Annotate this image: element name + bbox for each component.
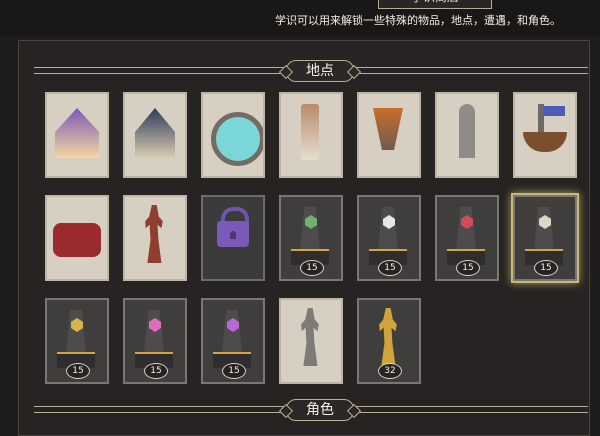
- rust-statue-icon: [145, 205, 163, 263]
- section-divider-right: [342, 67, 588, 74]
- location-card-15[interactable]: 15: [45, 298, 109, 384]
- statue-gold-icon: [379, 308, 397, 366]
- location-card-8[interactable]: [45, 195, 109, 281]
- cost-badge: 32: [378, 363, 402, 379]
- location-card-14[interactable]: 15: [513, 195, 577, 281]
- location-card-11[interactable]: 15: [279, 195, 343, 281]
- section-divider-left-2: [34, 406, 284, 413]
- cost-badge: 15: [300, 260, 324, 276]
- location-card-17[interactable]: 15: [201, 298, 265, 384]
- location-card-4[interactable]: [279, 92, 343, 178]
- striped-tent-icon: [135, 108, 175, 158]
- location-card-10[interactable]: [201, 195, 265, 281]
- location-card-3[interactable]: [201, 92, 265, 178]
- red-bed-icon: [53, 223, 101, 257]
- location-card-2[interactable]: [123, 92, 187, 178]
- cyan-platform-icon: [211, 112, 263, 166]
- top-header: 学识商店 学识可以用来解锁一些特殊的物品，地点，遭遇，和角色。: [0, 0, 600, 36]
- location-card-9[interactable]: [123, 195, 187, 281]
- section-divider-right-2: [342, 406, 588, 413]
- cost-badge: 15: [534, 260, 558, 276]
- section-title-locations: 地点: [286, 60, 354, 82]
- cost-badge: 15: [456, 260, 480, 276]
- cost-badge: 15: [378, 260, 402, 276]
- brazier-icon: [373, 108, 403, 150]
- section-divider-left: [34, 67, 284, 74]
- lighthouse-icon: [301, 104, 319, 160]
- location-card-13[interactable]: 15: [435, 195, 499, 281]
- purple-tent-icon: [55, 108, 99, 158]
- shop-title: 学识商店: [378, 0, 492, 9]
- location-card-19[interactable]: 32: [357, 298, 421, 384]
- location-card-1[interactable]: [45, 92, 109, 178]
- ship-icon: [523, 132, 567, 152]
- statue-gray-icon: [301, 308, 319, 366]
- location-card-7[interactable]: [513, 92, 577, 178]
- cost-badge: 15: [66, 363, 90, 379]
- location-card-6[interactable]: [435, 92, 499, 178]
- location-card-16[interactable]: 15: [123, 298, 187, 384]
- section-title-characters: 角色: [286, 399, 354, 421]
- location-card-5[interactable]: [357, 92, 421, 178]
- location-card-12[interactable]: 15: [357, 195, 421, 281]
- shop-subtitle: 学识可以用来解锁一些特殊的物品，地点，遭遇，和角色。: [275, 14, 561, 27]
- location-card-18[interactable]: [279, 298, 343, 384]
- cost-badge: 15: [144, 363, 168, 379]
- cost-badge: 15: [222, 363, 246, 379]
- tower-ruin-icon: [459, 104, 475, 158]
